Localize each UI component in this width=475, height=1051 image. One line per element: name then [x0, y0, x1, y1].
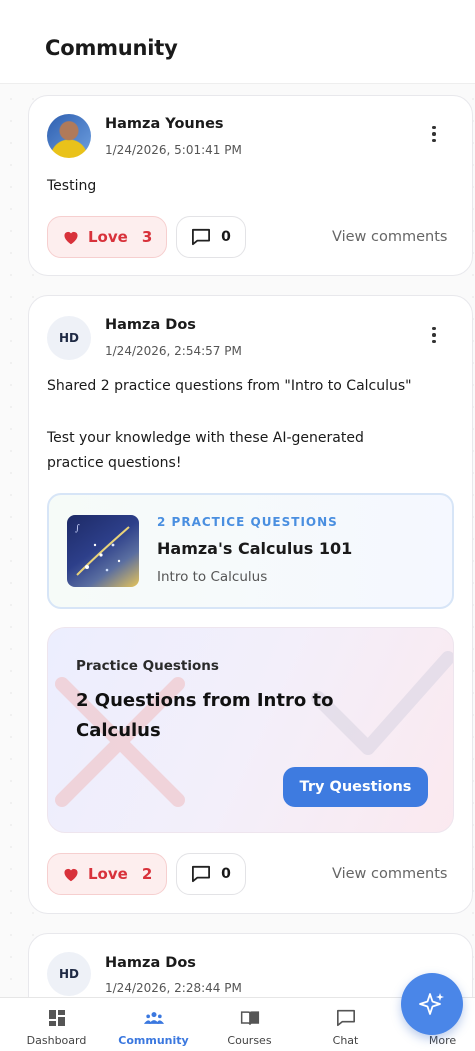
practice-label: Practice Questions	[76, 658, 219, 674]
shared-course-card[interactable]: ∫ 2 PRACTICE QUESTIONS Hamza's Calculus …	[47, 493, 454, 609]
post-timestamp: 1/24/2026, 5:01:41 PM	[105, 143, 242, 157]
post-text-line: practice questions!	[47, 455, 182, 471]
nav-item-dashboard[interactable]: Dashboard	[9, 998, 104, 1051]
comment-button[interactable]: 0	[176, 853, 246, 895]
post-author[interactable]: Hamza Dos	[105, 317, 196, 333]
shared-title: Hamza's Calculus 101	[157, 539, 353, 558]
nav-item-chat[interactable]: Chat	[298, 998, 393, 1051]
avatar[interactable]	[47, 114, 91, 158]
nav-item-community[interactable]: Community	[106, 998, 201, 1051]
comment-icon	[192, 228, 211, 246]
post-text: Testing	[47, 178, 97, 194]
chat-icon	[336, 1009, 355, 1027]
svg-text:∫: ∫	[75, 524, 80, 534]
post-text-line: Shared 2 practice questions from "Intro …	[47, 378, 412, 394]
nav-label: More	[428, 1034, 457, 1047]
ai-assistant-button[interactable]	[401, 973, 463, 1035]
post-timestamp: 1/24/2026, 2:54:57 PM	[105, 344, 242, 358]
dashboard-icon	[48, 1010, 65, 1026]
community-icon	[143, 1012, 164, 1024]
shared-tag: 2 PRACTICE QUESTIONS	[157, 515, 338, 529]
post-author[interactable]: Hamza Younes	[105, 116, 224, 132]
love-count: 3	[141, 228, 153, 246]
love-label: Love	[88, 228, 128, 246]
love-label: Love	[88, 865, 128, 883]
book-icon	[240, 1011, 259, 1025]
comment-count: 0	[221, 866, 231, 882]
practice-title: 2 Questions from Intro to Calculus	[76, 690, 334, 741]
post-text-line: Test your knowledge with these AI-genera…	[47, 430, 364, 446]
more-options-icon[interactable]	[424, 123, 444, 145]
nav-label: Dashboard	[26, 1034, 87, 1047]
avatar[interactable]: HD	[47, 316, 91, 360]
heart-icon	[64, 868, 78, 882]
nav-label: Community	[118, 1034, 189, 1047]
love-button[interactable]: Love 2	[47, 853, 168, 895]
shared-subtitle: Intro to Calculus	[157, 569, 268, 585]
try-questions-button[interactable]: Try Questions	[283, 767, 428, 807]
sparkle-icon	[419, 993, 444, 1015]
love-count: 2	[141, 865, 153, 883]
nav-item-courses[interactable]: Courses	[202, 998, 297, 1051]
comment-count: 0	[221, 229, 231, 245]
post-author[interactable]: Hamza Dos	[105, 955, 196, 971]
practice-questions-card: Practice Questions 2 Questions from Intr…	[47, 627, 454, 833]
post-timestamp: 1/24/2026, 2:28:44 PM	[105, 981, 242, 995]
comment-button[interactable]: 0	[176, 216, 246, 258]
post-card: HD Hamza Dos 1/24/2026, 2:54:57 PM Share…	[28, 295, 473, 914]
course-thumbnail-art: ∫	[75, 524, 130, 576]
avatar[interactable]: HD	[47, 952, 91, 996]
post-card: Hamza Younes 1/24/2026, 5:01:41 PM Testi…	[28, 95, 473, 276]
more-options-icon[interactable]	[424, 324, 444, 346]
love-button[interactable]: Love 3	[47, 216, 168, 258]
comment-icon	[192, 865, 211, 883]
view-comments-link[interactable]: View comments	[332, 229, 447, 245]
heart-icon	[64, 231, 78, 245]
course-thumbnail: ∫	[67, 515, 139, 587]
page-title: Community	[45, 36, 178, 60]
nav-label: Courses	[227, 1034, 272, 1047]
nav-label: Chat	[332, 1034, 359, 1047]
page-header: Community	[0, 0, 475, 84]
view-comments-link[interactable]: View comments	[332, 866, 447, 882]
